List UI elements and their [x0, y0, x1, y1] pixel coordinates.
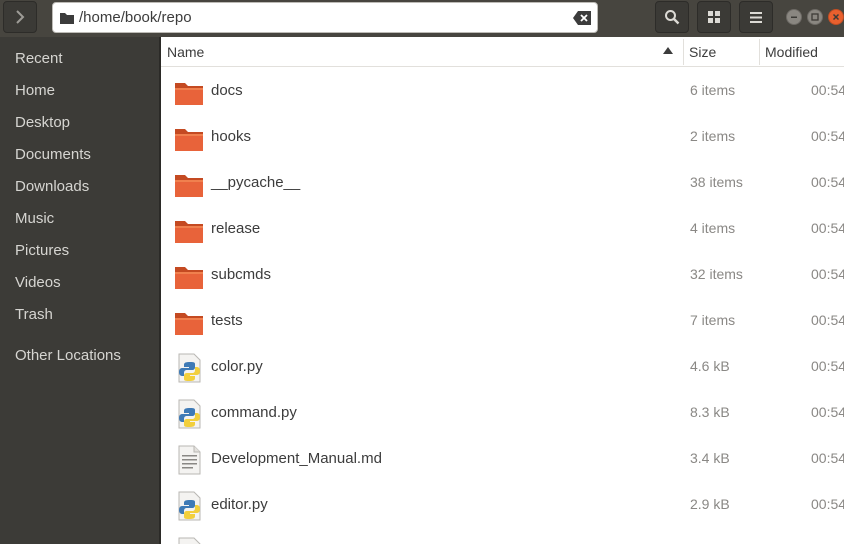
- sidebar-item-videos[interactable]: Videos: [15, 274, 61, 291]
- column-header-size[interactable]: Size: [689, 44, 716, 60]
- file-modified: 00:54: [811, 128, 844, 144]
- location-bar[interactable]: /home/book/repo: [52, 2, 598, 33]
- python-file-icon: [178, 353, 201, 383]
- sidebar-item-home[interactable]: Home: [15, 82, 55, 99]
- file-size: 6 items: [690, 82, 736, 98]
- search-button[interactable]: [655, 1, 689, 33]
- file-name: hooks: [211, 128, 252, 145]
- python-file-icon: [178, 399, 201, 429]
- sidebar-item-pictures[interactable]: Pictures: [15, 242, 69, 259]
- sidebar-item-desktop[interactable]: Desktop: [15, 114, 70, 131]
- folder-icon: [175, 129, 203, 151]
- search-icon: [665, 10, 680, 25]
- clear-text-icon[interactable]: [573, 11, 591, 25]
- file-modified: 00:54: [811, 496, 844, 512]
- file-modified: 00:54: [811, 450, 844, 466]
- file-modified: 00:54: [811, 220, 844, 236]
- file-row-color-py[interactable]: color.py 4.6 kB 00:54: [161, 343, 844, 389]
- sort-ascending-icon[interactable]: [663, 47, 673, 54]
- file-size: 4 items: [690, 220, 736, 236]
- file-modified: 00:54: [811, 312, 844, 328]
- file-name: Development_Manual.md: [211, 450, 382, 467]
- maximize-icon: [811, 13, 819, 21]
- file-size: 4.6 kB: [690, 358, 730, 374]
- file-name: release: [211, 220, 261, 237]
- folder-icon: [175, 221, 203, 243]
- places-sidebar: Recent Home Desktop Documents Downloads …: [0, 37, 159, 544]
- sidebar-item-recent[interactable]: Recent: [15, 50, 63, 67]
- file-row-subcmds[interactable]: subcmds 32 items 00:54: [161, 251, 844, 297]
- folder-icon: [175, 83, 203, 105]
- sidebar-item-trash[interactable]: Trash: [15, 306, 53, 323]
- minimize-button[interactable]: [786, 9, 802, 25]
- file-name: editor.py: [211, 496, 268, 513]
- file-list-view: Name Size Modified docs 6 items 00:54 ho…: [161, 37, 844, 544]
- file-row-partial[interactable]: [161, 527, 844, 544]
- close-icon: [832, 13, 840, 21]
- file-row-docs[interactable]: docs 6 items 00:54: [161, 67, 844, 113]
- chevron-right-icon: [16, 10, 25, 24]
- close-button[interactable]: [828, 9, 844, 25]
- file-name: __pycache__: [211, 174, 301, 191]
- folder-icon: [175, 175, 203, 197]
- file-size: 38 items: [690, 174, 743, 190]
- file-name: subcmds: [211, 266, 272, 283]
- folder-icon: [60, 13, 74, 24]
- sidebar-item-music[interactable]: Music: [15, 210, 54, 227]
- grid-view-icon: [708, 11, 720, 23]
- file-row-release[interactable]: release 4 items 00:54: [161, 205, 844, 251]
- view-toggle-button[interactable]: [697, 1, 731, 33]
- file-name: docs: [211, 82, 243, 99]
- file-name: color.py: [211, 358, 263, 375]
- file-row-hooks[interactable]: hooks 2 items 00:54: [161, 113, 844, 159]
- file-modified: 00:54: [811, 358, 844, 374]
- file-row-tests[interactable]: tests 7 items 00:54: [161, 297, 844, 343]
- minimize-icon: [791, 16, 797, 18]
- file-modified: 00:54: [811, 404, 844, 420]
- python-file-icon: [178, 491, 201, 521]
- column-header-row: Name Size Modified: [161, 37, 844, 67]
- menu-button[interactable]: [739, 1, 773, 33]
- column-header-modified[interactable]: Modified: [765, 44, 818, 60]
- file-row-command-py[interactable]: command.py 8.3 kB 00:54: [161, 389, 844, 435]
- file-row-editor-py[interactable]: editor.py 2.9 kB 00:54: [161, 481, 844, 527]
- column-separator[interactable]: [759, 39, 760, 65]
- file-size: 3.4 kB: [690, 450, 730, 466]
- folder-icon: [175, 313, 203, 335]
- file-size: 8.3 kB: [690, 404, 730, 420]
- column-separator[interactable]: [683, 39, 684, 65]
- back-button[interactable]: [3, 1, 37, 33]
- maximize-button[interactable]: [807, 9, 823, 25]
- file-size: 7 items: [690, 312, 736, 328]
- file-modified: 00:54: [811, 266, 844, 282]
- sidebar-item-other-locations[interactable]: Other Locations: [15, 347, 121, 364]
- location-path: /home/book/repo: [79, 9, 192, 26]
- hamburger-menu-icon: [750, 11, 762, 23]
- file-size: 2 items: [690, 128, 736, 144]
- header-bar: /home/book/repo: [0, 0, 844, 37]
- file-row-development-manual-md[interactable]: Development_Manual.md 3.4 kB 00:54: [161, 435, 844, 481]
- file-row-pycache[interactable]: __pycache__ 38 items 00:54: [161, 159, 844, 205]
- sidebar-item-downloads[interactable]: Downloads: [15, 178, 89, 195]
- folder-icon: [175, 267, 203, 289]
- file-size: 32 items: [690, 266, 743, 282]
- file-name: command.py: [211, 404, 297, 421]
- file-modified: 00:54: [811, 82, 844, 98]
- file-icon: [178, 537, 201, 544]
- file-size: 2.9 kB: [690, 496, 730, 512]
- sidebar-item-documents[interactable]: Documents: [15, 146, 91, 163]
- file-name: tests: [211, 312, 243, 329]
- column-header-name[interactable]: Name: [167, 44, 204, 60]
- file-modified: 00:54: [811, 174, 844, 190]
- text-file-icon: [178, 445, 201, 475]
